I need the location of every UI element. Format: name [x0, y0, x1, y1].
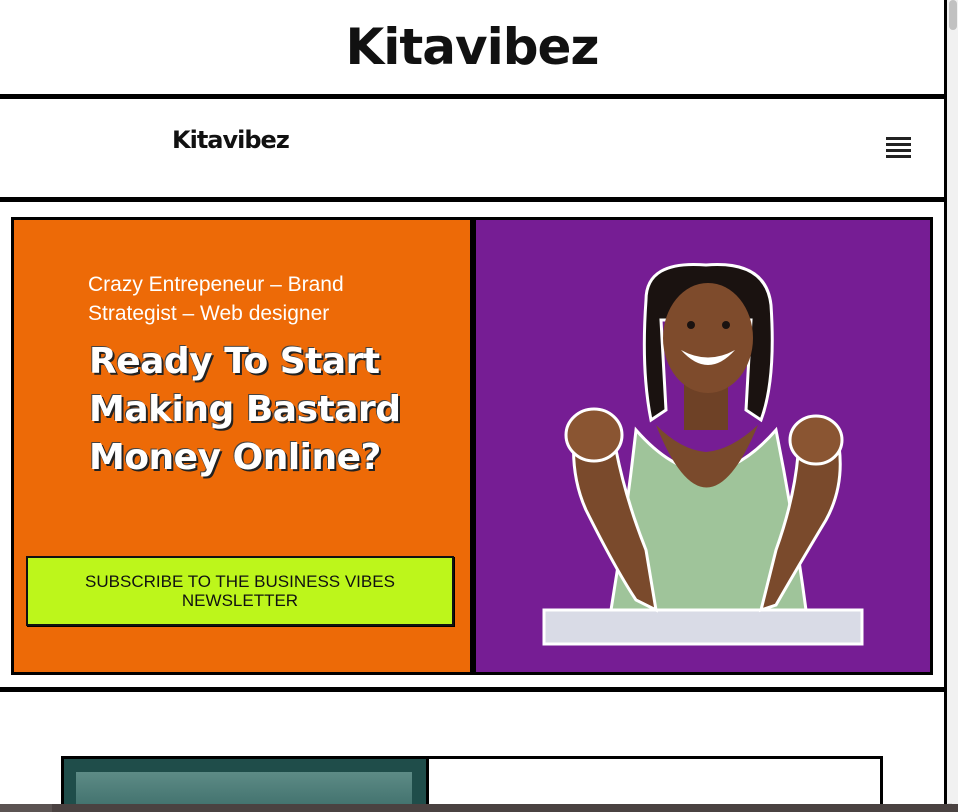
bottom-bar-inner [52, 804, 958, 812]
divider [0, 687, 946, 692]
top-banner: Kitavibez [0, 0, 944, 94]
hero-subtitle: Crazy Entrepeneur – Brand Strategist – W… [88, 273, 344, 325]
page: Kitavibez Kitavibez Crazy Entrepeneur – … [0, 0, 946, 812]
nav-logo[interactable]: Kitavibez [172, 126, 290, 154]
hero-woman-photo [542, 262, 864, 646]
site-logo[interactable]: Kitavibez [345, 18, 599, 76]
scrollbar-thumb[interactable] [949, 0, 957, 30]
subscribe-newsletter-button[interactable]: SUBSCRIBE TO THE BUSINESS VIBES NEWSLETT… [26, 556, 454, 626]
hamburger-menu-icon[interactable] [886, 137, 911, 161]
divider [0, 197, 946, 202]
nav-header [0, 99, 944, 197]
scrollbar[interactable]: ▾ [947, 0, 958, 812]
hero-headline: Ready To Start Making Bastard Money Onli… [89, 341, 401, 478]
